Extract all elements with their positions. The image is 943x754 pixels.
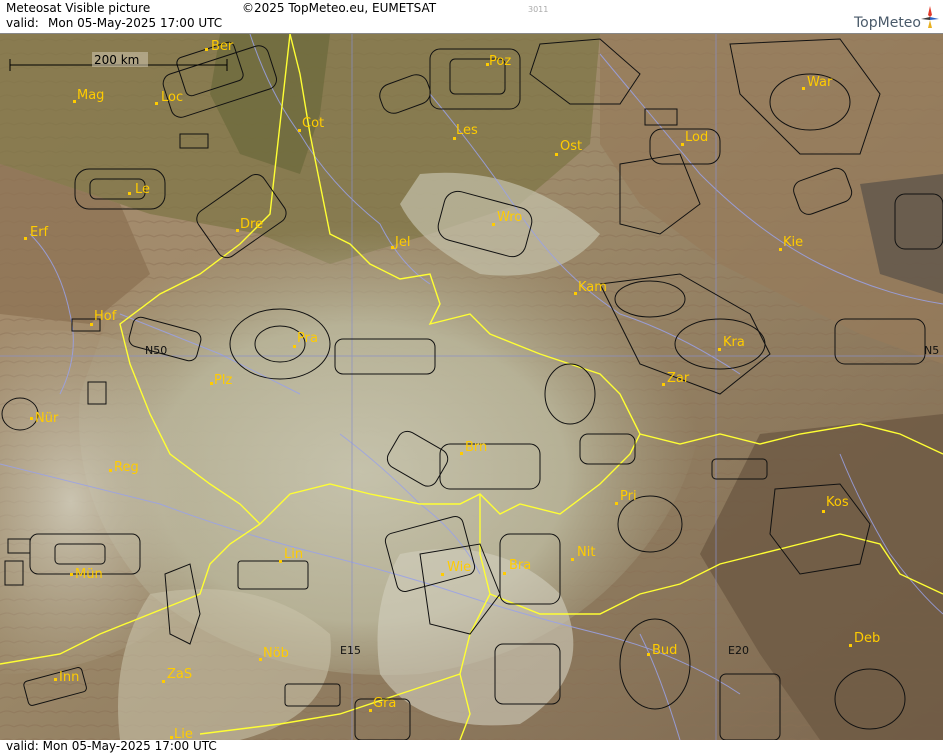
svg-text:Dre: Dre	[240, 217, 263, 232]
svg-text:Mag: Mag	[77, 88, 104, 103]
city-brn[interactable]: Brn	[460, 440, 487, 455]
svg-text:Gra: Gra	[373, 696, 396, 711]
footer-bar: valid: Mon 05-May-2025 17:00 UTC	[0, 739, 943, 754]
svg-text:Lin: Lin	[284, 547, 303, 562]
svg-text:Jel: Jel	[394, 235, 410, 250]
city-kra[interactable]: Kra	[718, 335, 745, 351]
city-hof[interactable]: Hof	[90, 309, 117, 326]
city-zar[interactable]: Zar	[662, 371, 690, 386]
city-zas[interactable]: ZaS	[162, 667, 192, 683]
grid-label-n50: N50	[145, 344, 167, 357]
svg-text:Kos: Kos	[826, 495, 849, 510]
grid-label-n50-right: N5	[924, 344, 939, 357]
brand-name: TopMeteo	[854, 15, 921, 31]
city-ost[interactable]: Ost	[555, 139, 582, 156]
valid-label: valid:	[6, 16, 39, 30]
city-dre[interactable]: Dre	[236, 217, 263, 232]
city-kie[interactable]: Kie	[779, 235, 803, 251]
svg-text:Plz: Plz	[214, 373, 232, 388]
satellite-map: 200 km N50 N5 E15 E20 Ber Poz War Mag Lo…	[0, 34, 943, 740]
valid-time: Mon 05-May-2025 17:00 UTC	[48, 16, 223, 30]
topmeteo-logo-icon	[921, 6, 939, 28]
city-plz[interactable]: Plz	[210, 373, 232, 388]
grid-label-e15: E15	[340, 644, 361, 657]
svg-text:Hof: Hof	[94, 309, 117, 324]
svg-text:Nöb: Nöb	[263, 646, 289, 661]
city-les[interactable]: Les	[453, 123, 478, 140]
frame-code: 3011	[528, 5, 549, 14]
svg-text:Bra: Bra	[509, 558, 531, 573]
city-lod[interactable]: Lod	[681, 130, 708, 146]
city-nob[interactable]: Nöb	[259, 646, 289, 661]
svg-text:Deb: Deb	[854, 631, 880, 646]
svg-text:Reg: Reg	[114, 460, 139, 475]
product-title: Meteosat Visible picture	[6, 1, 151, 15]
city-pra[interactable]: Pra	[293, 331, 318, 348]
svg-text:Ber: Ber	[211, 39, 234, 54]
svg-text:Le: Le	[135, 182, 150, 197]
svg-text:Zar: Zar	[667, 371, 690, 386]
city-gra[interactable]: Gra	[369, 696, 396, 712]
city-war[interactable]: War	[802, 75, 833, 90]
scale-label: 200 km	[94, 53, 139, 67]
city-reg[interactable]: Reg	[109, 460, 139, 475]
svg-text:ZaS: ZaS	[167, 667, 192, 682]
city-kam[interactable]: Kam	[574, 280, 607, 295]
svg-text:Les: Les	[456, 123, 478, 138]
svg-text:Inn: Inn	[59, 670, 79, 685]
svg-text:Wro: Wro	[497, 210, 522, 225]
footer-valid-time: valid: Mon 05-May-2025 17:00 UTC	[6, 739, 217, 753]
svg-text:Kra: Kra	[723, 335, 745, 350]
svg-text:War: War	[807, 75, 833, 90]
svg-text:Brn: Brn	[465, 440, 487, 455]
city-nur[interactable]: Nür	[30, 411, 59, 426]
svg-text:Lod: Lod	[685, 130, 708, 145]
svg-text:Kie: Kie	[783, 235, 803, 250]
copyright-text: ©2025 TopMeteo.eu, EUMETSAT	[242, 1, 437, 15]
svg-text:Cot: Cot	[302, 116, 324, 131]
svg-text:Bud: Bud	[652, 643, 677, 658]
city-cot[interactable]: Cot	[298, 116, 324, 132]
satellite-map-svg: 200 km N50 N5 E15 E20 Ber Poz War Mag Lo…	[0, 34, 943, 740]
svg-text:Ost: Ost	[560, 139, 582, 154]
grid-label-e20: E20	[728, 644, 749, 657]
svg-text:Wie: Wie	[447, 560, 471, 575]
header-bar: Meteosat Visible picture ©2025 TopMeteo.…	[0, 0, 943, 34]
city-mun[interactable]: Mün	[70, 567, 103, 582]
svg-text:Nit: Nit	[577, 545, 595, 560]
svg-text:Kam: Kam	[578, 280, 607, 295]
svg-text:Loc: Loc	[161, 90, 183, 105]
svg-text:Nür: Nür	[35, 411, 59, 426]
svg-text:Pri: Pri	[620, 489, 637, 504]
svg-text:Erf: Erf	[30, 225, 49, 240]
svg-text:Poz: Poz	[489, 54, 511, 69]
city-bud[interactable]: Bud	[647, 643, 677, 658]
svg-text:Mün: Mün	[75, 567, 103, 582]
city-deb[interactable]: Deb	[849, 631, 880, 647]
city-mag[interactable]: Mag	[73, 88, 104, 103]
city-poz[interactable]: Poz	[486, 54, 511, 69]
svg-text:Pra: Pra	[297, 331, 318, 346]
city-wro[interactable]: Wro	[492, 210, 522, 226]
